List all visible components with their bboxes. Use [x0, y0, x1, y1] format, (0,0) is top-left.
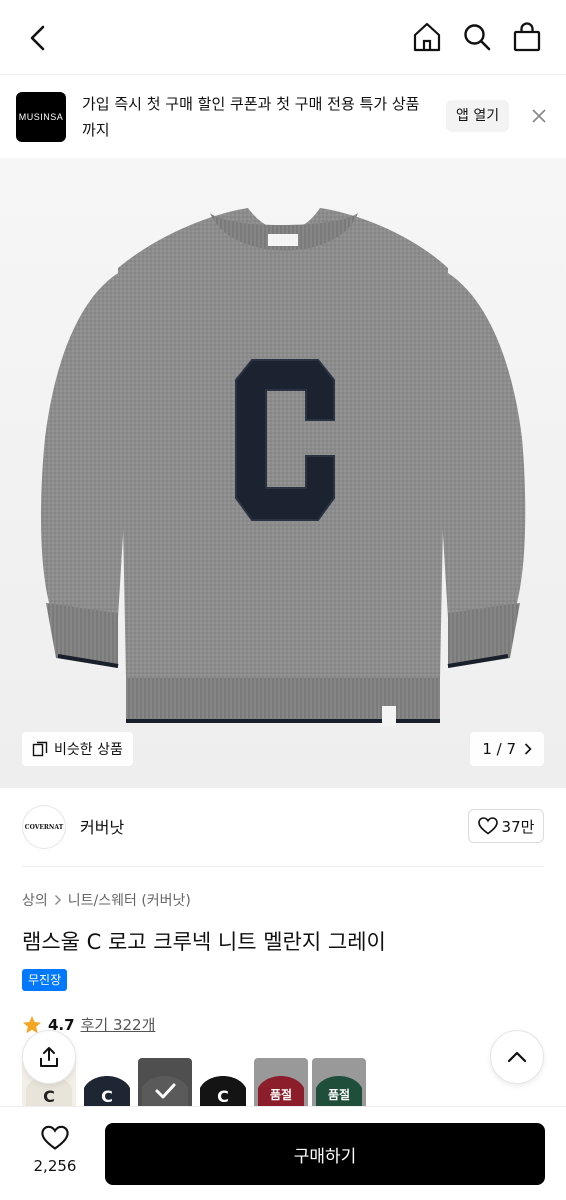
brand-row: COVERNAT 커버낫 37만	[0, 800, 566, 860]
share-button[interactable]	[22, 1030, 76, 1084]
promo-message: 가입 즉시 첫 구매 할인 쿠폰과 첫 구매 전용 특가 상품까지	[82, 95, 420, 139]
breadcrumb-subcategory[interactable]: 니트/스웨터 (커버낫)	[68, 890, 191, 910]
musinsa-logo: MUSINSA	[16, 92, 66, 142]
reviews-link[interactable]: 후기 322개	[81, 1014, 156, 1035]
share-icon	[40, 1047, 58, 1067]
brand-like-count: 37만	[501, 817, 535, 836]
soldout-label: 품절	[269, 1088, 293, 1102]
svg-text:C: C	[43, 1087, 55, 1106]
swatch-gray-selected[interactable]	[138, 1058, 192, 1108]
home-icon[interactable]	[410, 18, 444, 56]
chevron-right-icon	[524, 743, 532, 755]
app-promo-banner: MUSINSA 가입 즉시 첫 구매 할인 쿠폰과 첫 구매 전용 특가 상품까…	[0, 74, 566, 158]
similar-label: 비슷한 상품	[54, 742, 123, 758]
soldout-label: 품절	[327, 1088, 351, 1102]
sweater-image	[40, 208, 526, 726]
breadcrumb: 상의 니트/스웨터 (커버낫)	[22, 890, 191, 910]
divider	[22, 866, 544, 867]
chevron-right-icon	[54, 895, 61, 905]
swatch-green-soldout[interactable]: 품절	[312, 1058, 366, 1108]
top-nav	[0, 0, 566, 74]
bottom-action-bar: 2,256 구매하기	[0, 1106, 566, 1200]
pager-text: 1 / 7	[482, 740, 516, 758]
search-icon[interactable]	[460, 18, 494, 56]
buy-button[interactable]: 구매하기	[105, 1123, 545, 1185]
chevron-up-icon	[507, 1051, 527, 1063]
nav-icons	[410, 18, 544, 56]
brand-logo[interactable]: COVERNAT	[22, 805, 66, 849]
svg-text:C: C	[101, 1087, 113, 1106]
product-image[interactable]: 비슷한 상품 1 / 7	[0, 158, 566, 788]
breadcrumb-category[interactable]: 상의	[22, 890, 48, 910]
brand-like-button[interactable]: 37만	[468, 809, 544, 843]
brand-logo-text: COVERNAT	[24, 823, 64, 831]
heart-icon	[477, 817, 498, 835]
swatch-black[interactable]: C	[196, 1058, 250, 1108]
wishlist-button[interactable]: 2,256	[22, 1125, 88, 1175]
back-icon[interactable]	[20, 20, 56, 56]
similar-products-button[interactable]: 비슷한 상품	[22, 732, 133, 766]
svg-text:C: C	[217, 1087, 229, 1106]
swatch-burgundy-soldout[interactable]: 품절	[254, 1058, 308, 1108]
swatch-navy[interactable]: C	[80, 1058, 134, 1108]
open-app-button[interactable]: 앱 열기	[446, 100, 510, 132]
similar-icon	[32, 741, 48, 757]
wishlist-count: 2,256	[33, 1157, 77, 1175]
heart-icon	[41, 1125, 69, 1150]
image-pager[interactable]: 1 / 7	[470, 732, 544, 766]
product-title: 램스울 C 로고 크루넥 니트 멜란지 그레이	[22, 930, 386, 954]
scroll-top-button[interactable]	[490, 1030, 544, 1084]
promo-badge: 무진장	[22, 969, 68, 991]
brand-name[interactable]: 커버낫	[80, 814, 124, 838]
shopping-bag-icon[interactable]	[510, 18, 544, 56]
close-icon[interactable]	[528, 105, 550, 127]
